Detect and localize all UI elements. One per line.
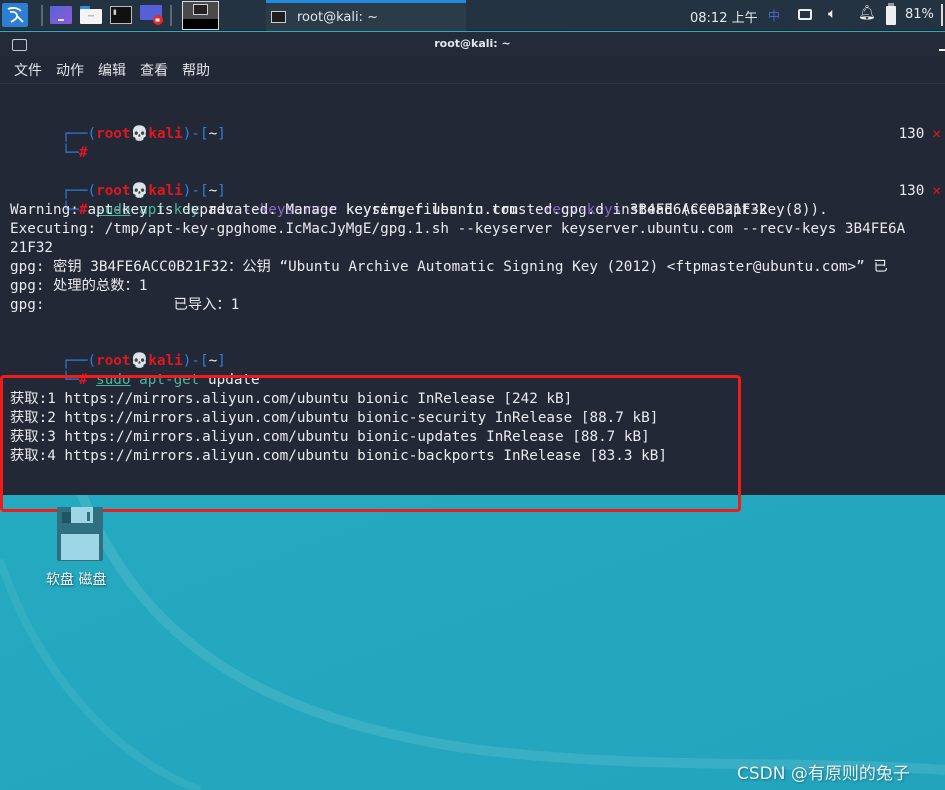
command-line: └─# sudo apt-get update xyxy=(10,352,260,388)
output-line: Warning: apt-key is deprecated. Manage k… xyxy=(10,202,828,218)
output-line: 21F32 xyxy=(10,240,54,256)
screen-record-icon xyxy=(140,5,163,25)
exit-status: 130 ✕ xyxy=(899,125,941,144)
app-launcher-window-button[interactable] xyxy=(50,6,72,24)
floppy-disk-icon xyxy=(57,507,103,561)
highlight-annotation-box xyxy=(0,375,741,512)
exit-code: 130 xyxy=(898,183,925,199)
prompt-host: kali xyxy=(148,126,183,142)
display-icon[interactable] xyxy=(798,9,812,20)
battery-percentage: 81% xyxy=(905,7,934,22)
input-method-indicator[interactable]: 中 xyxy=(768,7,780,24)
output-line: gpg: 处理的总数：1 xyxy=(10,278,148,294)
file-manager-button[interactable] xyxy=(80,6,102,24)
menu-edit[interactable]: 编辑 xyxy=(98,60,126,80)
prompt-bracket: )-[ xyxy=(182,126,209,142)
prompt-hash: # xyxy=(78,145,88,161)
prompt-dir: ~ xyxy=(208,126,218,142)
prompt-corner: └─ xyxy=(61,145,79,161)
terminal-icon xyxy=(271,11,286,23)
menu-view[interactable]: 查看 xyxy=(140,60,168,80)
command-line: └─# sudo apt-key adv --keyserver keyserv… xyxy=(10,182,768,218)
desktop-icon-label: 软盘 磁盘 xyxy=(46,572,107,588)
workspace-switcher[interactable] xyxy=(182,1,219,30)
prompt-bracket: ] xyxy=(217,126,226,142)
menu-help[interactable]: 帮助 xyxy=(182,60,210,80)
prompt-line: ┌──(root💀kali)-[~] xyxy=(10,163,226,199)
terminal-icon xyxy=(193,4,208,15)
menu-file[interactable]: 文件 xyxy=(14,60,42,80)
watermark: CSDN @有原则的兔子 xyxy=(737,764,910,784)
panel-separator xyxy=(41,5,43,26)
minimize-button[interactable] xyxy=(939,49,945,51)
clock[interactable]: 08:12 上午 xyxy=(690,7,758,26)
taskbar-window-terminal[interactable]: root@kali: ~ xyxy=(266,0,466,31)
terminal-titlebar[interactable]: root@kali: ~ xyxy=(0,32,945,56)
kali-dragon-icon xyxy=(7,7,24,23)
error-x-icon: ✕ xyxy=(932,126,941,142)
kali-menu-button[interactable] xyxy=(2,3,28,27)
skull-icon: 💀 xyxy=(130,126,149,142)
menu-actions[interactable]: 动作 xyxy=(56,60,84,80)
taskbar-window-label: root@kali: ~ xyxy=(297,9,378,25)
prompt-line: ┌──(root💀kali)-[~] xyxy=(10,106,226,142)
output-line: gpg: 密钥 3B4FE6ACC0B21F32：公钥 “Ubuntu Arch… xyxy=(10,259,888,275)
prompt-line: ┌──(root💀kali)-[~] xyxy=(10,333,226,369)
notification-bell-icon[interactable]: 🔔︎ xyxy=(858,5,876,21)
command-line: └─# xyxy=(10,125,88,161)
exit-code: 130 xyxy=(898,126,925,142)
window-title: root@kali: ~ xyxy=(434,37,511,50)
terminal-launcher-button[interactable]: ▮ xyxy=(110,6,132,24)
purple-window-icon xyxy=(58,19,64,21)
panel-edge-handle xyxy=(941,4,943,26)
exit-status: 130 ✕ xyxy=(899,182,941,201)
menu-bar: 文件 动作 编辑 查看 帮助 xyxy=(0,56,945,84)
folder-icon xyxy=(80,6,102,24)
output-line: gpg: 已导入：1 xyxy=(10,297,240,313)
terminal-icon: ▮ xyxy=(113,8,117,16)
error-x-icon: ✕ xyxy=(932,183,941,199)
volume-icon[interactable]: 🔈︎ xyxy=(828,6,836,22)
prompt-user: root xyxy=(96,126,131,142)
battery-icon[interactable] xyxy=(886,3,896,25)
top-panel: ▮ root@kali: ~ 08:12 上午 中 🔈︎ 🔔︎ 81% xyxy=(0,0,945,31)
screen-recorder-button[interactable] xyxy=(140,5,164,25)
output-line: Executing: /tmp/apt-key-gpghome.IcMacJyM… xyxy=(10,221,906,237)
panel-separator xyxy=(170,5,172,26)
